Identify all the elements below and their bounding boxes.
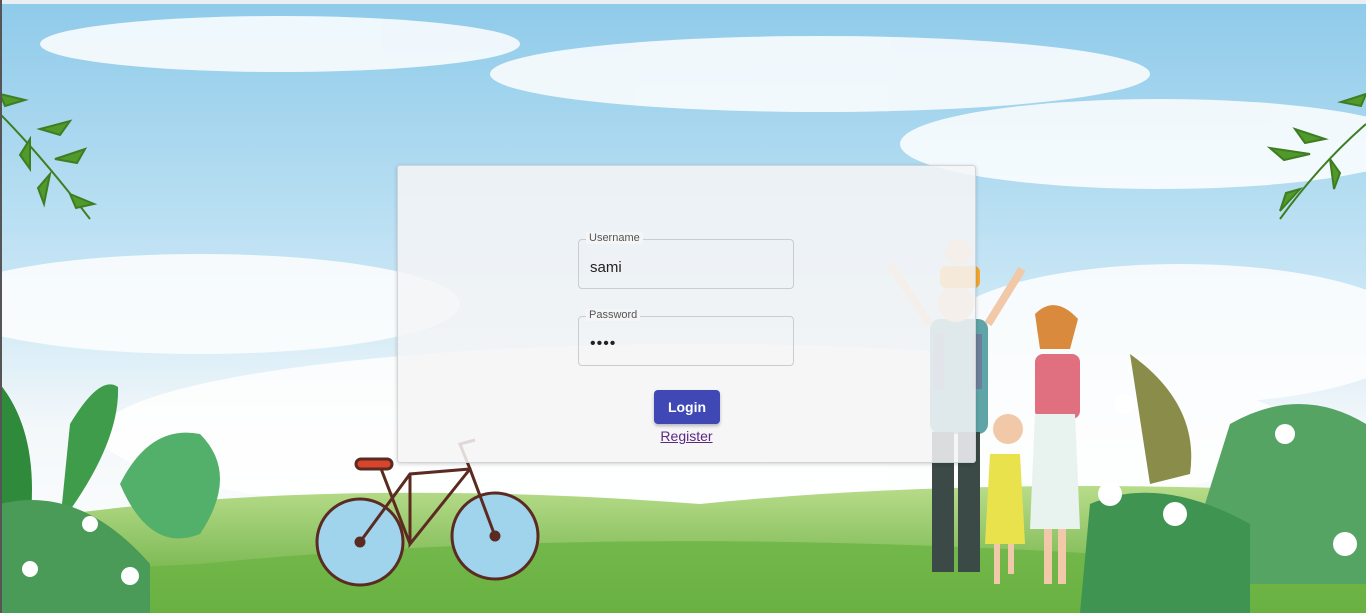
password-field[interactable]: Password: [578, 309, 794, 366]
password-input[interactable]: [588, 331, 787, 357]
login-card: Username Password Login Register: [397, 165, 976, 463]
register-link[interactable]: Register: [398, 428, 975, 444]
username-field[interactable]: Username: [578, 232, 794, 289]
username-input[interactable]: [588, 254, 787, 280]
window-left-edge: [0, 0, 2, 613]
username-label: Username: [586, 232, 643, 244]
password-label: Password: [586, 309, 641, 321]
login-button[interactable]: Login: [654, 390, 720, 424]
